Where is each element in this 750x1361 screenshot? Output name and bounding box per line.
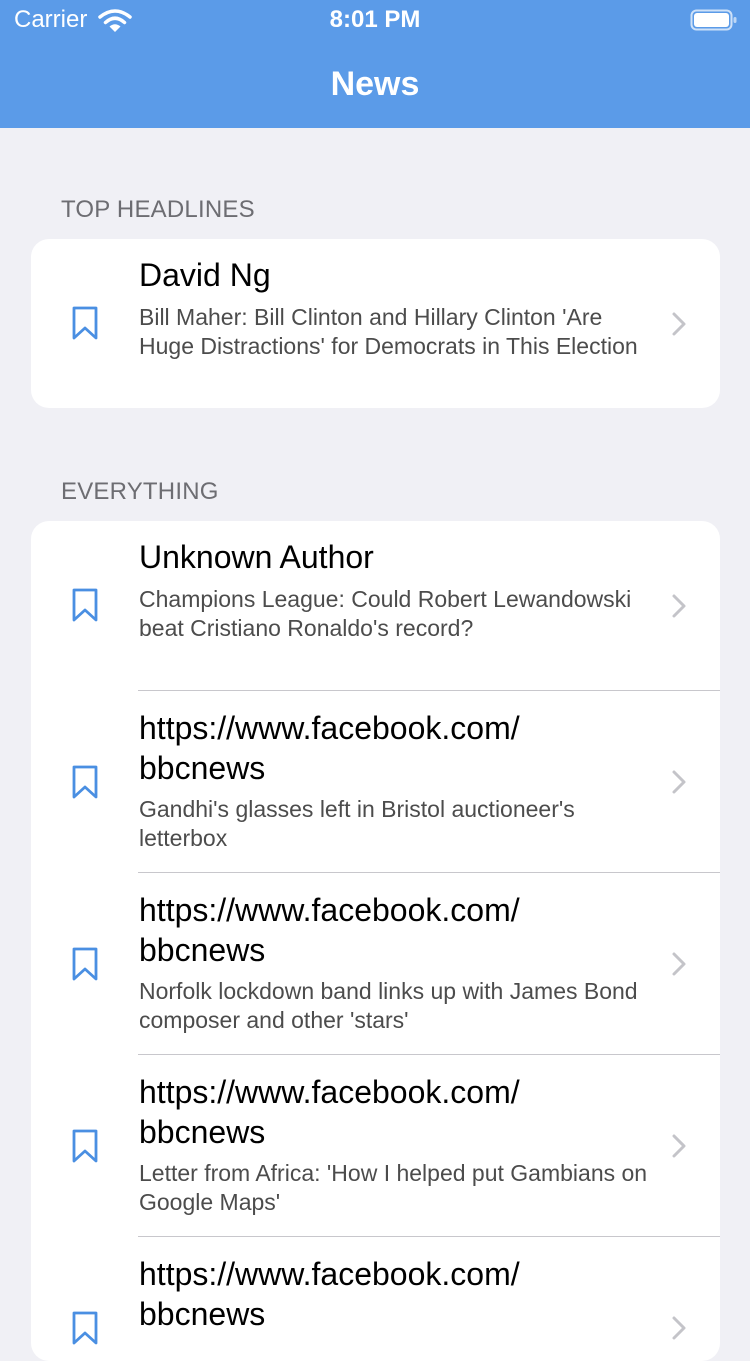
article-headline: Champions League: Could Robert Lewandows… [139,586,632,641]
navigation-bar: Carrier 8:01 PM News [0,0,750,128]
chevron-right-icon [672,594,686,618]
article-headline: Gandhi's glasses left in Bristol auction… [139,796,575,851]
everything-list: Unknown Author Champions League: Could R… [31,521,720,1361]
article-author: https://www.facebook.com/ bbcnews [139,710,520,786]
bookmark-icon[interactable] [70,764,100,800]
chevron-right-icon [672,952,686,976]
row-divider [138,1236,720,1237]
battery-icon [690,9,737,31]
chevron-right-icon [672,312,686,336]
list-item[interactable]: David Ng Bill Maher: Bill Clinton and Hi… [31,239,720,408]
row-divider [138,872,720,873]
bookmark-icon[interactable] [70,1128,100,1164]
article-author: Unknown Author [139,539,374,575]
article-author: https://www.facebook.com/ bbcnews [139,1074,520,1150]
list-item[interactable]: https://www.facebook.com/ bbcnews Gandhi… [31,690,720,872]
list-item[interactable]: https://www.facebook.com/ bbcnews Norfol… [31,872,720,1054]
chevron-right-icon [672,1134,686,1158]
article-author: https://www.facebook.com/ bbcnews [139,1256,520,1332]
row-divider [138,1054,720,1055]
top-headlines-list: David Ng Bill Maher: Bill Clinton and Hi… [31,239,720,408]
chevron-right-icon [672,770,686,794]
article-headline: Letter from Africa: 'How I helped put Ga… [139,1160,648,1215]
section-header-everything: EVERYTHING [61,478,219,505]
bookmark-icon[interactable] [70,587,100,623]
chevron-right-icon [672,1316,686,1340]
article-headline: Norfolk lockdown band links up with Jame… [139,978,638,1033]
list-item[interactable]: https://www.facebook.com/ bbcnews [31,1236,720,1361]
bookmark-icon[interactable] [70,946,100,982]
article-headline: Bill Maher: Bill Clinton and Hillary Cli… [139,304,638,359]
page-title: News [330,65,420,103]
clock: 8:01 PM [329,6,421,33]
status-bar: Carrier 8:01 PM [0,0,750,40]
article-author: https://www.facebook.com/ bbcnews [139,892,520,968]
list-item[interactable]: Unknown Author Champions League: Could R… [31,521,720,690]
article-author: David Ng [139,257,271,293]
row-divider [138,690,720,691]
bookmark-icon[interactable] [70,305,100,341]
bookmark-icon[interactable] [70,1310,100,1346]
list-item[interactable]: https://www.facebook.com/ bbcnews Letter… [31,1054,720,1236]
section-header-top-headlines: TOP HEADLINES [61,196,255,223]
